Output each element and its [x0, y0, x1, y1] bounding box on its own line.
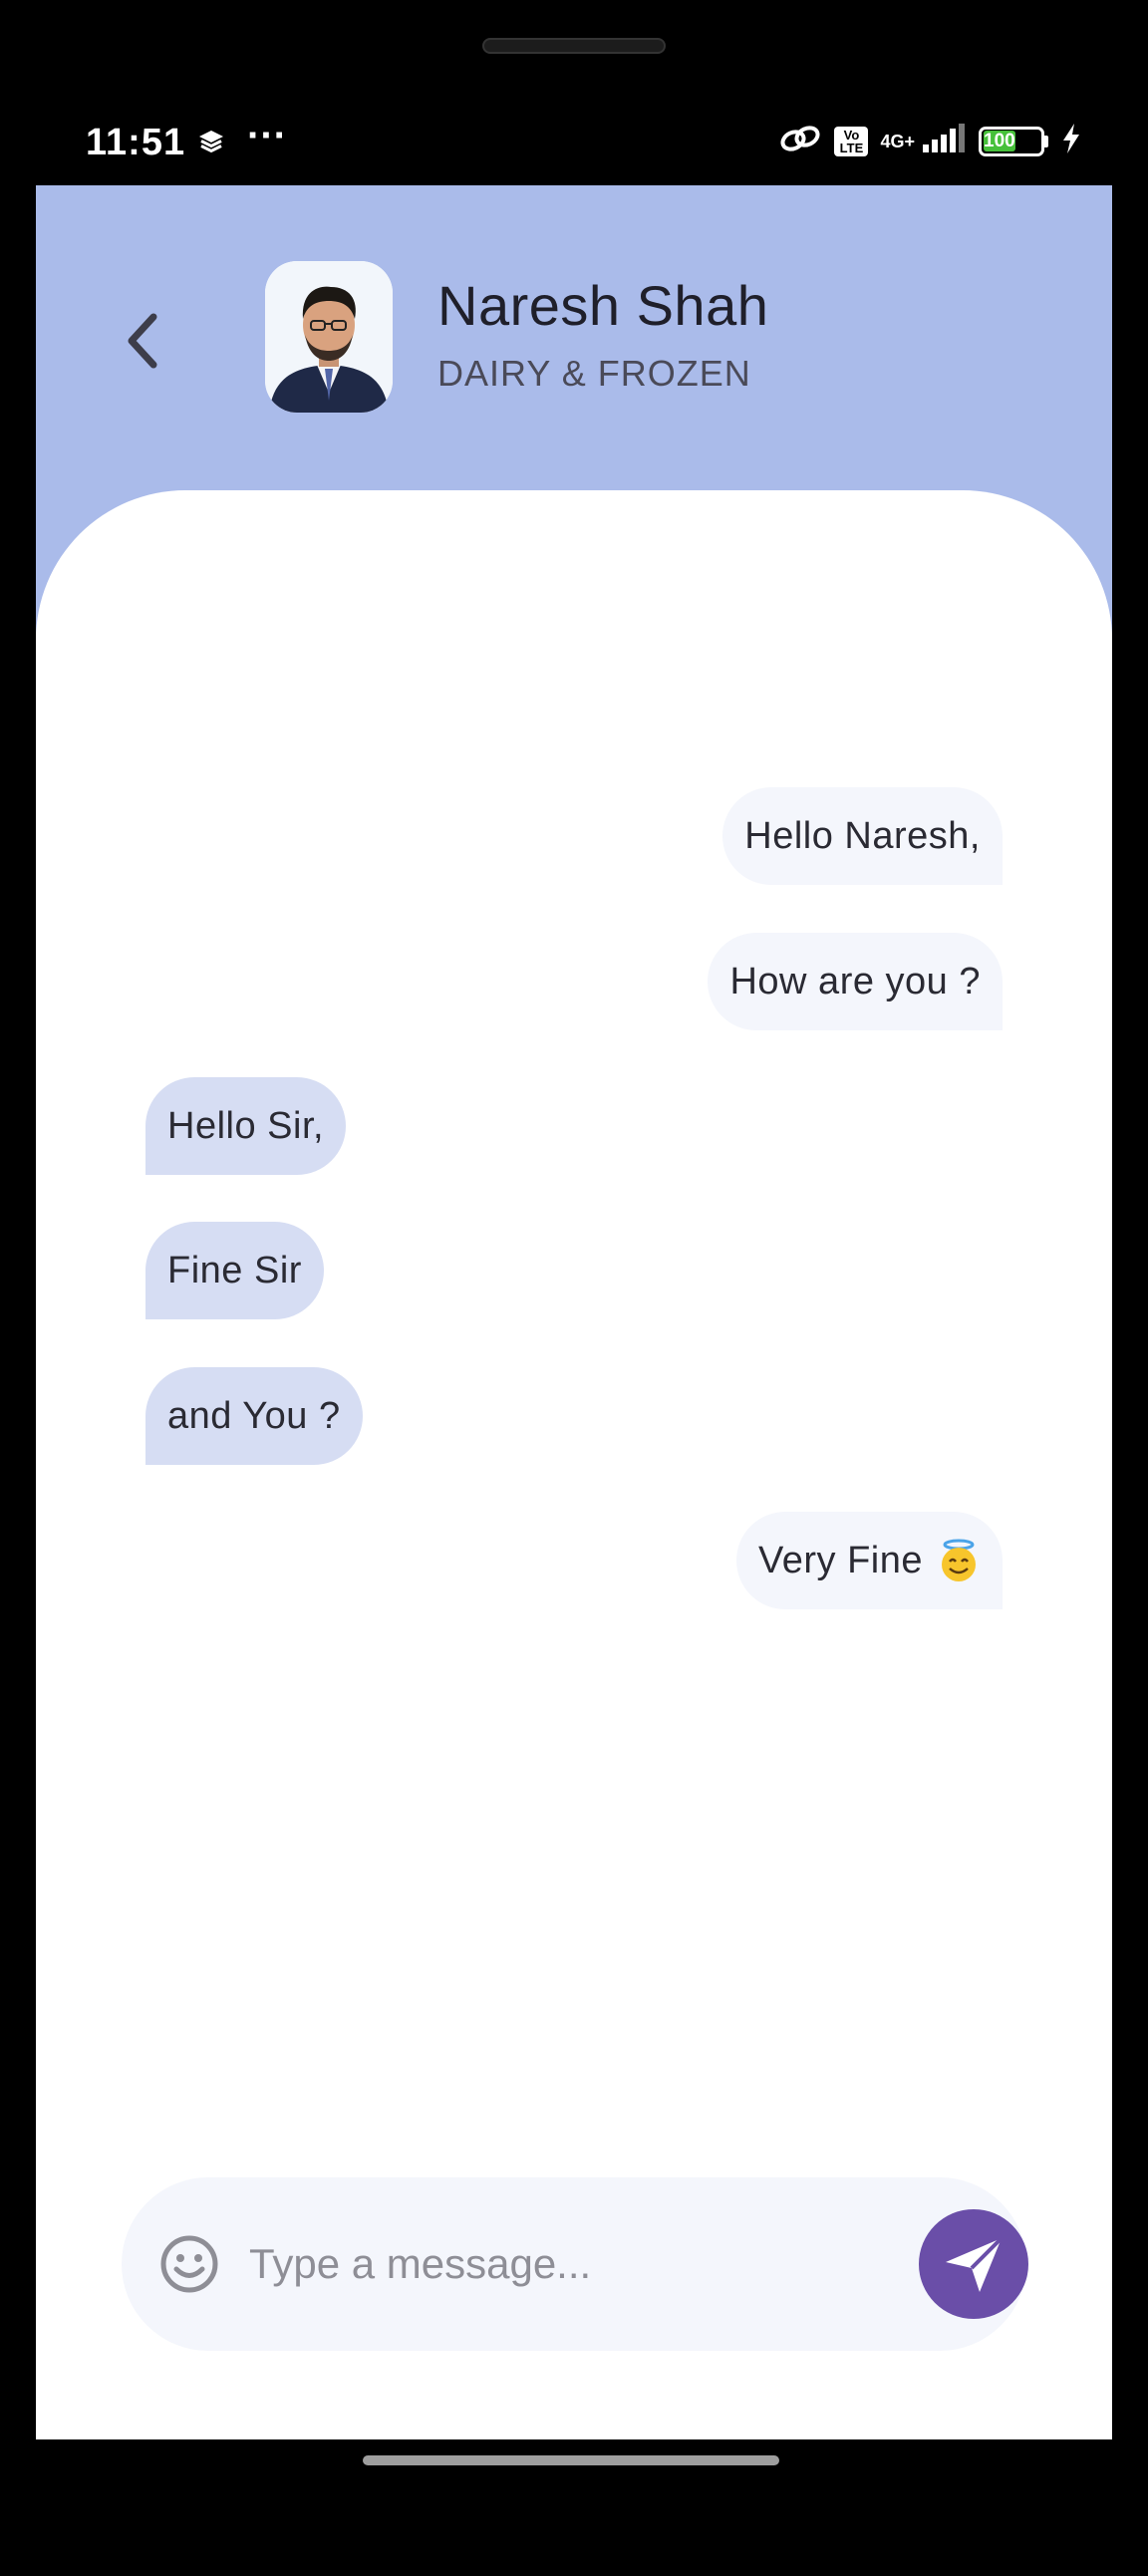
message-text: How are you ? [729, 960, 981, 1002]
message-text: and You ? [167, 1394, 341, 1437]
send-plane-icon [946, 2236, 1004, 2292]
volte-badge: Vo LTE [834, 126, 869, 156]
home-indicator[interactable] [363, 2455, 779, 2465]
chat-screen: Naresh Shah DAIRY & FROZEN Hello Naresh,… [36, 185, 1112, 2439]
status-time: 11:51 [86, 122, 186, 163]
battery-level: 100 [984, 130, 1015, 151]
message-bubble-received[interactable]: Fine Sir [145, 1222, 324, 1319]
chevron-left-icon [128, 313, 157, 369]
more-notifications-icon: ··· [247, 114, 287, 157]
battery-indicator: 100 [979, 126, 1048, 156]
signal-icon [921, 123, 967, 159]
message-bubble-received[interactable]: Hello Sir, [145, 1077, 347, 1175]
contact-department: DAIRY & FROZEN [437, 353, 751, 394]
charging-bolt-icon [1060, 123, 1082, 159]
message-text: Hello Sir, [167, 1104, 325, 1147]
back-button[interactable] [112, 301, 171, 381]
layers-icon [197, 128, 225, 160]
person-portrait-icon [265, 261, 393, 413]
earpiece-speaker [482, 38, 666, 54]
message-input[interactable] [249, 2229, 867, 2299]
message-bubble-received[interactable]: and You ? [145, 1367, 363, 1465]
status-bar: 11:51 ··· Vo LTE 4G+ 100 [36, 110, 1112, 179]
hotspot-link-icon [778, 122, 822, 160]
message-composer [122, 2177, 1028, 2351]
contact-avatar[interactable] [265, 261, 393, 413]
message-bubble-sent[interactable]: Hello Naresh, [722, 787, 1003, 885]
phone-frame: 11:51 ··· Vo LTE 4G+ 100 Naresh Shah DAI… [0, 0, 1148, 2576]
message-text: Hello Naresh, [744, 814, 981, 857]
status-icons: Vo LTE 4G+ 100 [778, 122, 1082, 160]
message-bubble-sent[interactable]: Very Fine [735, 1512, 1003, 1609]
smile-icon[interactable] [159, 2234, 219, 2294]
message-list[interactable]: Hello Naresh, How are you ? Hello Sir, F… [36, 490, 1112, 2439]
contact-name: Naresh Shah [437, 274, 769, 337]
send-button[interactable] [919, 2209, 1028, 2319]
network-type: 4G+ [880, 131, 915, 151]
message-bubble-sent[interactable]: How are you ? [708, 933, 1003, 1030]
message-text: Fine Sir [167, 1249, 302, 1291]
message-text: Very Fine [757, 1539, 923, 1581]
smiling-face-with-halo-icon [937, 1539, 981, 1582]
